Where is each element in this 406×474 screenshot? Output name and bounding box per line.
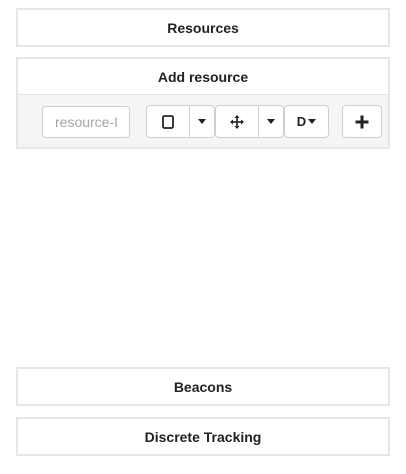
discrete-tracking-panel-header[interactable]: Discrete Tracking: [16, 417, 390, 456]
chevron-down-icon: [267, 119, 275, 124]
add-resource-toolbar: D: [16, 95, 390, 149]
beacons-panel-header[interactable]: Beacons: [16, 367, 390, 406]
add-resource-panel-title: Add resource: [157, 68, 249, 85]
d-dropdown-button[interactable]: D: [284, 105, 329, 138]
resource-id-input[interactable]: [42, 106, 130, 138]
move-button[interactable]: [215, 105, 259, 138]
move-dropdown-toggle[interactable]: [259, 105, 284, 138]
discrete-tracking-panel-title: Discrete Tracking: [144, 428, 262, 445]
move-arrows-icon: [230, 114, 244, 129]
plus-icon: [355, 115, 369, 129]
square-outline-icon: [162, 114, 174, 129]
shape-dropdown-toggle[interactable]: [190, 105, 215, 138]
resources-panel-title: Resources: [167, 19, 239, 36]
shape-button[interactable]: [146, 105, 190, 138]
add-button[interactable]: [342, 105, 382, 138]
d-button-label: D: [296, 114, 307, 129]
chevron-down-icon: [198, 119, 206, 124]
beacons-panel-title: Beacons: [173, 378, 233, 395]
add-resource-panel-header[interactable]: Add resource: [16, 57, 390, 95]
chevron-down-icon: [308, 119, 317, 124]
resources-panel-header[interactable]: Resources: [16, 8, 390, 47]
